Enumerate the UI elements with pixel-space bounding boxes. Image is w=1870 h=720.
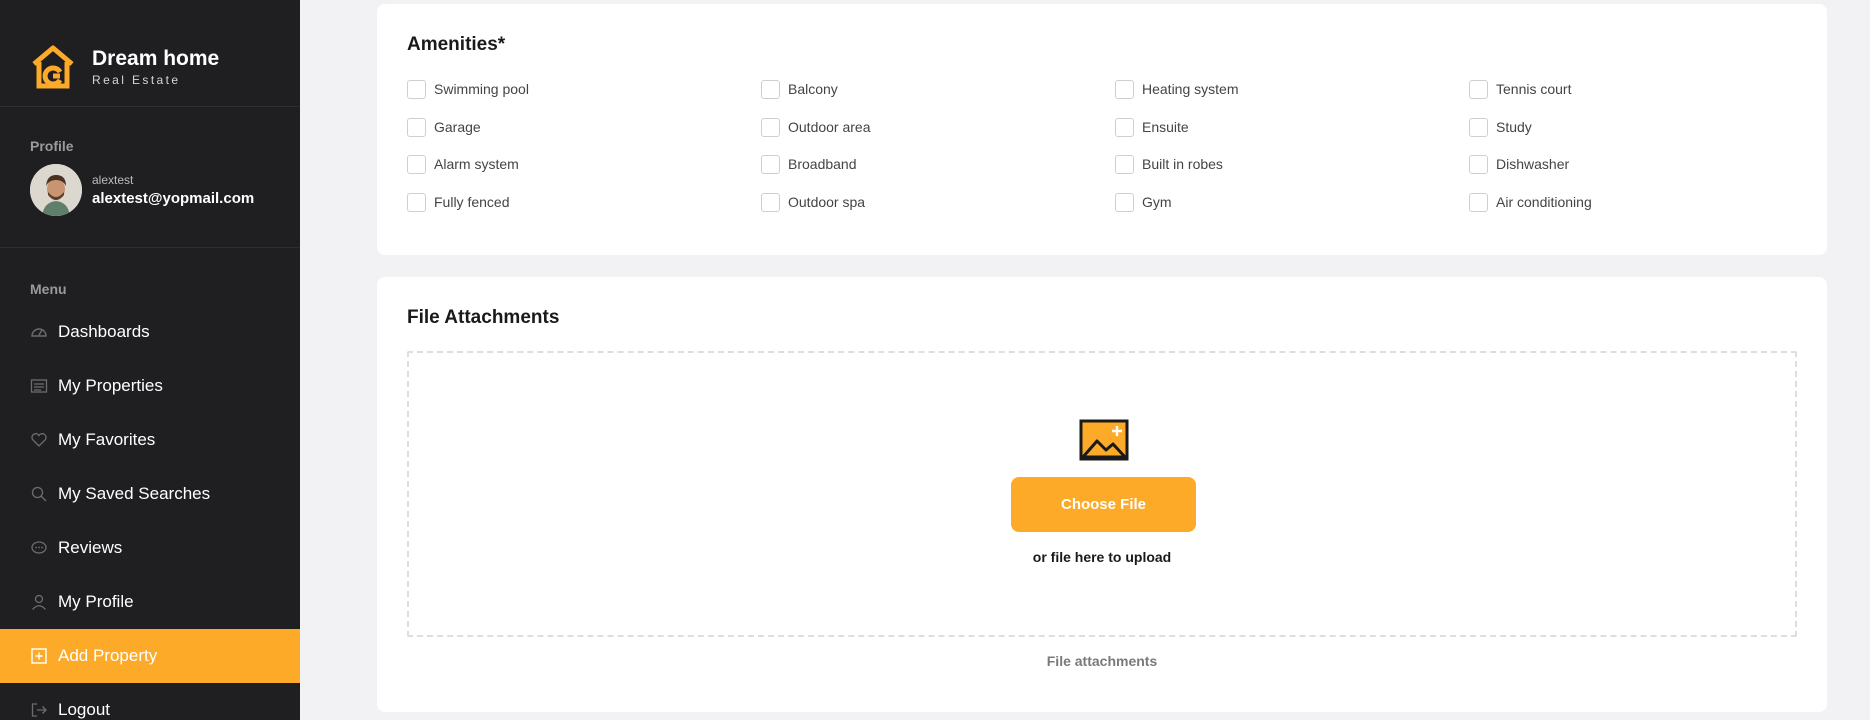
- sidebar: Dream home Real Estate Profile alextest …: [0, 0, 300, 720]
- amenity-checkbox-outdoor-area[interactable]: Outdoor area: [761, 117, 1115, 156]
- amenity-checkbox-fully-fenced[interactable]: Fully fenced: [407, 192, 761, 231]
- search-icon: [31, 486, 47, 502]
- amenity-checkbox-swimming-pool[interactable]: Swimming pool: [407, 80, 761, 118]
- menu-item-label: My Saved Searches: [58, 484, 211, 503]
- amenity-checkbox-ensuite[interactable]: Ensuite: [1115, 117, 1469, 156]
- amenity-label: Ensuite: [1142, 118, 1189, 135]
- profile-username: alextest: [92, 173, 134, 187]
- image-upload-icon: [1079, 419, 1129, 461]
- list-icon: [30, 379, 48, 393]
- amenity-checkbox-tennis-court[interactable]: Tennis court: [1469, 80, 1823, 118]
- menu-item-label: My Profile: [58, 592, 134, 611]
- amenity-checkbox-built-in-robes[interactable]: Built in robes: [1115, 155, 1469, 193]
- menu-item-dashboards[interactable]: Dashboards: [0, 305, 300, 359]
- profile-card[interactable]: alextest alextest@yopmail.com: [0, 164, 300, 216]
- amenities-card: Amenities* Swimming pool Balcony Heating…: [377, 4, 1827, 255]
- gauge-icon: [31, 328, 47, 337]
- menu-item-my-saved-searches[interactable]: My Saved Searches: [0, 467, 300, 521]
- amenity-checkbox-alarm-system[interactable]: Alarm system: [407, 155, 761, 193]
- menu-item-label: Add Property: [58, 646, 158, 665]
- checkbox[interactable]: [761, 192, 780, 212]
- avatar[interactable]: [30, 164, 82, 216]
- menu-item-label: My Properties: [58, 376, 163, 395]
- amenity-label: Alarm system: [434, 156, 519, 172]
- file-attachments-caption: File attachments: [1046, 653, 1158, 669]
- heart-icon: [31, 433, 47, 447]
- profile-section: Profile alextest alextest@yopmail.com: [0, 107, 300, 248]
- checkbox[interactable]: [761, 155, 780, 174]
- amenities-title: Amenities*: [407, 34, 506, 55]
- menu-item-my-favorites[interactable]: My Favorites: [0, 413, 300, 467]
- menu-item-reviews[interactable]: Reviews: [0, 521, 300, 575]
- checkbox[interactable]: [761, 80, 780, 99]
- menu-item-logout[interactable]: Logout: [0, 683, 300, 720]
- user-icon: [32, 594, 46, 610]
- choose-file-button[interactable]: Choose File: [1011, 477, 1196, 532]
- amenity-checkbox-gym[interactable]: Gym: [1115, 192, 1469, 231]
- checkbox[interactable]: [407, 80, 426, 99]
- amenity-checkbox-broadband[interactable]: Broadband: [761, 155, 1115, 193]
- amenity-checkbox-dishwasher[interactable]: Dishwasher: [1469, 155, 1823, 193]
- brand-subtitle: Real Estate: [92, 73, 181, 88]
- main-menu: Menu Dashboards My Properties My Favorit…: [0, 248, 300, 720]
- checkbox[interactable]: [1115, 155, 1134, 174]
- amenities-grid: Swimming pool Balcony Heating system Ten…: [407, 80, 1817, 230]
- menu-item-label: Logout: [58, 700, 110, 719]
- amenity-label: Balcony: [788, 81, 838, 97]
- file-attachments-card: File Attachments Choose File or file her…: [377, 277, 1827, 712]
- amenity-label: Tennis court: [1496, 81, 1572, 97]
- house-logo-icon: [32, 45, 74, 89]
- amenity-label: Fully fenced: [434, 193, 510, 210]
- plus-square-icon: [31, 648, 47, 664]
- amenity-checkbox-heating-system[interactable]: Heating system: [1115, 80, 1469, 118]
- amenity-checkbox-balcony[interactable]: Balcony: [761, 80, 1115, 118]
- checkbox[interactable]: [407, 155, 426, 174]
- checkbox[interactable]: [1115, 80, 1134, 99]
- checkbox[interactable]: [407, 192, 426, 212]
- amenity-checkbox-air-conditioning[interactable]: Air conditioning: [1469, 192, 1823, 231]
- checkbox[interactable]: [407, 117, 426, 137]
- file-attachments-title: File Attachments: [407, 307, 560, 328]
- menu-item-my-profile[interactable]: My Profile: [0, 575, 300, 629]
- menu-item-label: Dashboards: [58, 322, 150, 341]
- amenity-label: Air conditioning: [1496, 193, 1592, 210]
- profile-email: alextest@yopmail.com: [92, 190, 255, 207]
- checkbox[interactable]: [1115, 117, 1134, 137]
- amenity-label: Dishwasher: [1496, 156, 1570, 172]
- amenity-label: Outdoor area: [788, 118, 871, 135]
- amenity-label: Study: [1496, 118, 1532, 135]
- amenity-label: Built in robes: [1142, 156, 1223, 172]
- chat-icon: [31, 541, 47, 554]
- checkbox[interactable]: [1469, 80, 1488, 99]
- menu-item-my-properties[interactable]: My Properties: [0, 359, 300, 413]
- menu-label: Menu: [30, 281, 67, 297]
- amenity-label: Gym: [1142, 193, 1172, 210]
- amenity-label: Outdoor spa: [788, 193, 866, 210]
- amenity-label: Garage: [434, 118, 481, 135]
- upload-hint: or file here to upload: [1032, 549, 1172, 565]
- menu-item-label: My Favorites: [58, 430, 156, 449]
- checkbox[interactable]: [1469, 155, 1488, 174]
- file-dropzone[interactable]: Choose File or file here to upload: [407, 351, 1797, 637]
- amenity-checkbox-outdoor-spa[interactable]: Outdoor spa: [761, 192, 1115, 231]
- menu-item-add-property[interactable]: Add Property: [0, 629, 300, 683]
- avatar-portrait-icon: [30, 164, 82, 216]
- brand[interactable]: Dream home Real Estate: [0, 0, 300, 107]
- amenity-label: Heating system: [1142, 81, 1239, 97]
- amenity-checkbox-garage[interactable]: Garage: [407, 117, 761, 156]
- brand-name: Dream home: [92, 46, 220, 70]
- amenity-label: Swimming pool: [434, 81, 529, 97]
- checkbox[interactable]: [1469, 117, 1488, 137]
- checkbox[interactable]: [1115, 192, 1134, 212]
- amenity-checkbox-study[interactable]: Study: [1469, 117, 1823, 156]
- checkbox[interactable]: [1469, 192, 1488, 212]
- checkbox[interactable]: [761, 117, 780, 137]
- menu-item-label: Reviews: [58, 538, 123, 557]
- logout-icon: [31, 703, 47, 717]
- profile-label: Profile: [30, 138, 74, 154]
- amenity-label: Broadband: [788, 156, 857, 172]
